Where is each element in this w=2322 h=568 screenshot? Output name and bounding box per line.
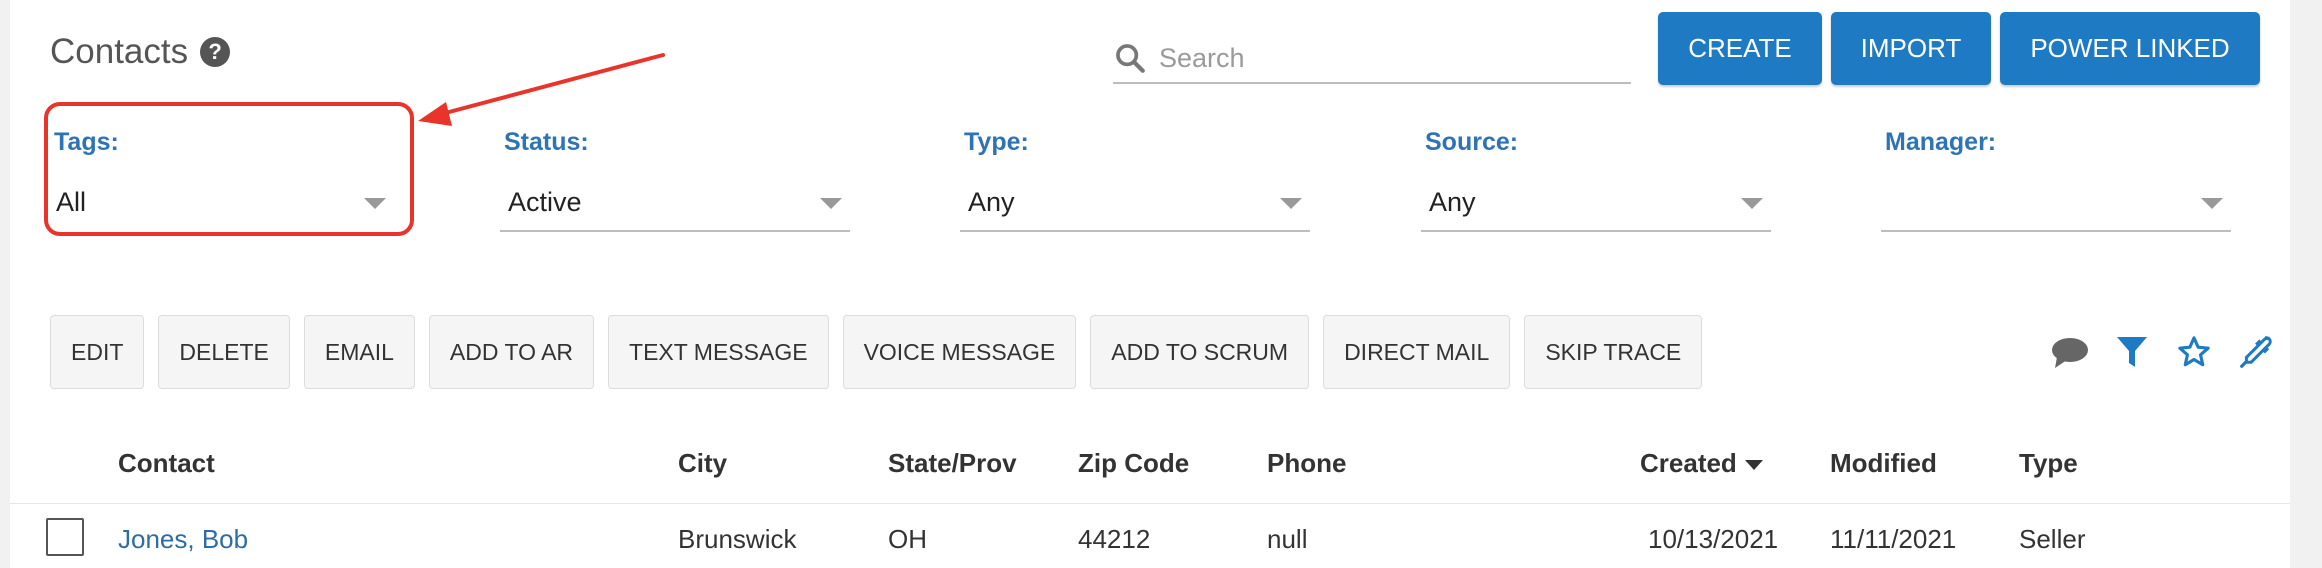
column-header-created[interactable]: Created — [1640, 448, 1763, 479]
chevron-down-icon — [1280, 198, 1302, 209]
edit-button[interactable]: EDIT — [50, 315, 145, 389]
power-linked-button[interactable]: POWER LINKED — [2000, 12, 2260, 85]
status-select-value: Active — [508, 187, 582, 217]
manager-filter[interactable]: Manager: — [1881, 128, 2231, 232]
cell-type: Seller — [2019, 524, 2086, 554]
chevron-down-icon — [2201, 198, 2223, 209]
search-input[interactable] — [1159, 42, 1609, 74]
chevron-down-icon — [820, 198, 842, 209]
type-filter[interactable]: Type: Any — [960, 128, 1310, 232]
create-button[interactable]: CREATE — [1658, 12, 1822, 85]
source-filter-label: Source: — [1425, 128, 1519, 156]
cell-modified: 11/11/2021 — [1830, 524, 1957, 554]
type-filter-label: Type: — [964, 128, 1029, 156]
type-select-value: Any — [968, 187, 1015, 217]
column-header-zip[interactable]: Zip Code — [1078, 448, 1189, 479]
cell-created: 10/13/2021 — [1648, 524, 1779, 554]
source-select-value: Any — [1429, 187, 1476, 217]
status-filter-label: Status: — [504, 128, 589, 156]
text-message-button[interactable]: TEXT MESSAGE — [608, 315, 829, 389]
column-header-created-label: Created — [1640, 448, 1737, 478]
page-title: Contacts ? — [50, 32, 231, 72]
add-to-ar-button[interactable]: ADD TO AR — [428, 315, 595, 389]
status-select[interactable]: Active — [500, 180, 850, 232]
manager-filter-label: Manager: — [1885, 128, 1997, 156]
type-select[interactable]: Any — [960, 180, 1310, 232]
status-filter[interactable]: Status: Active — [500, 128, 850, 232]
manager-select[interactable] — [1881, 180, 2231, 232]
eyedropper-icon[interactable] — [2236, 332, 2276, 372]
contact-name-link[interactable]: Jones, Bob — [118, 524, 248, 555]
email-button[interactable]: EMAIL — [303, 315, 415, 389]
bulk-actions-toolbar: EDIT DELETE EMAIL ADD TO AR TEXT MESSAGE… — [50, 315, 1703, 389]
voice-message-button[interactable]: VOICE MESSAGE — [842, 315, 1077, 389]
help-icon[interactable]: ? — [200, 37, 231, 67]
annotation-highlight-box — [44, 102, 414, 236]
cell-phone: null — [1267, 524, 1308, 554]
contacts-panel: Contacts ? CREATE IMPORT POWER LINKED Ta… — [10, 0, 2290, 568]
comment-icon[interactable] — [2050, 332, 2090, 372]
column-header-state[interactable]: State/Prov — [888, 448, 1017, 479]
source-filter[interactable]: Source: Any — [1421, 128, 1771, 232]
sort-desc-icon — [1744, 460, 1763, 471]
table-row: Jones, Bob Brunswick OH 44212 null 10/13… — [10, 506, 2290, 568]
column-header-contact[interactable]: Contact — [118, 448, 215, 479]
column-header-city[interactable]: City — [678, 448, 727, 479]
search-icon — [1116, 44, 1145, 73]
delete-button[interactable]: DELETE — [158, 315, 290, 389]
import-button[interactable]: IMPORT — [1831, 12, 1991, 85]
add-to-scrum-button[interactable]: ADD TO SCRUM — [1090, 315, 1310, 389]
view-toolbar — [2050, 332, 2276, 372]
column-header-type[interactable]: Type — [2019, 448, 2078, 479]
row-checkbox[interactable] — [46, 518, 84, 556]
annotation-arrow — [418, 53, 665, 126]
direct-mail-button[interactable]: DIRECT MAIL — [1323, 315, 1511, 389]
page-title-text: Contacts — [50, 32, 189, 71]
cell-city: Brunswick — [678, 524, 797, 554]
search-field[interactable] — [1113, 34, 1631, 84]
star-icon[interactable] — [2174, 332, 2214, 372]
column-header-modified[interactable]: Modified — [1830, 448, 1937, 479]
skip-trace-button[interactable]: SKIP TRACE — [1524, 315, 1703, 389]
table-header: Contact City State/Prov Zip Code Phone C… — [10, 448, 2290, 504]
cell-zip: 44212 — [1078, 524, 1151, 554]
filter-icon[interactable] — [2112, 332, 2152, 372]
cell-state: OH — [888, 524, 927, 554]
chevron-down-icon — [1741, 198, 1763, 209]
source-select[interactable]: Any — [1421, 180, 1771, 232]
column-header-phone[interactable]: Phone — [1267, 448, 1346, 479]
